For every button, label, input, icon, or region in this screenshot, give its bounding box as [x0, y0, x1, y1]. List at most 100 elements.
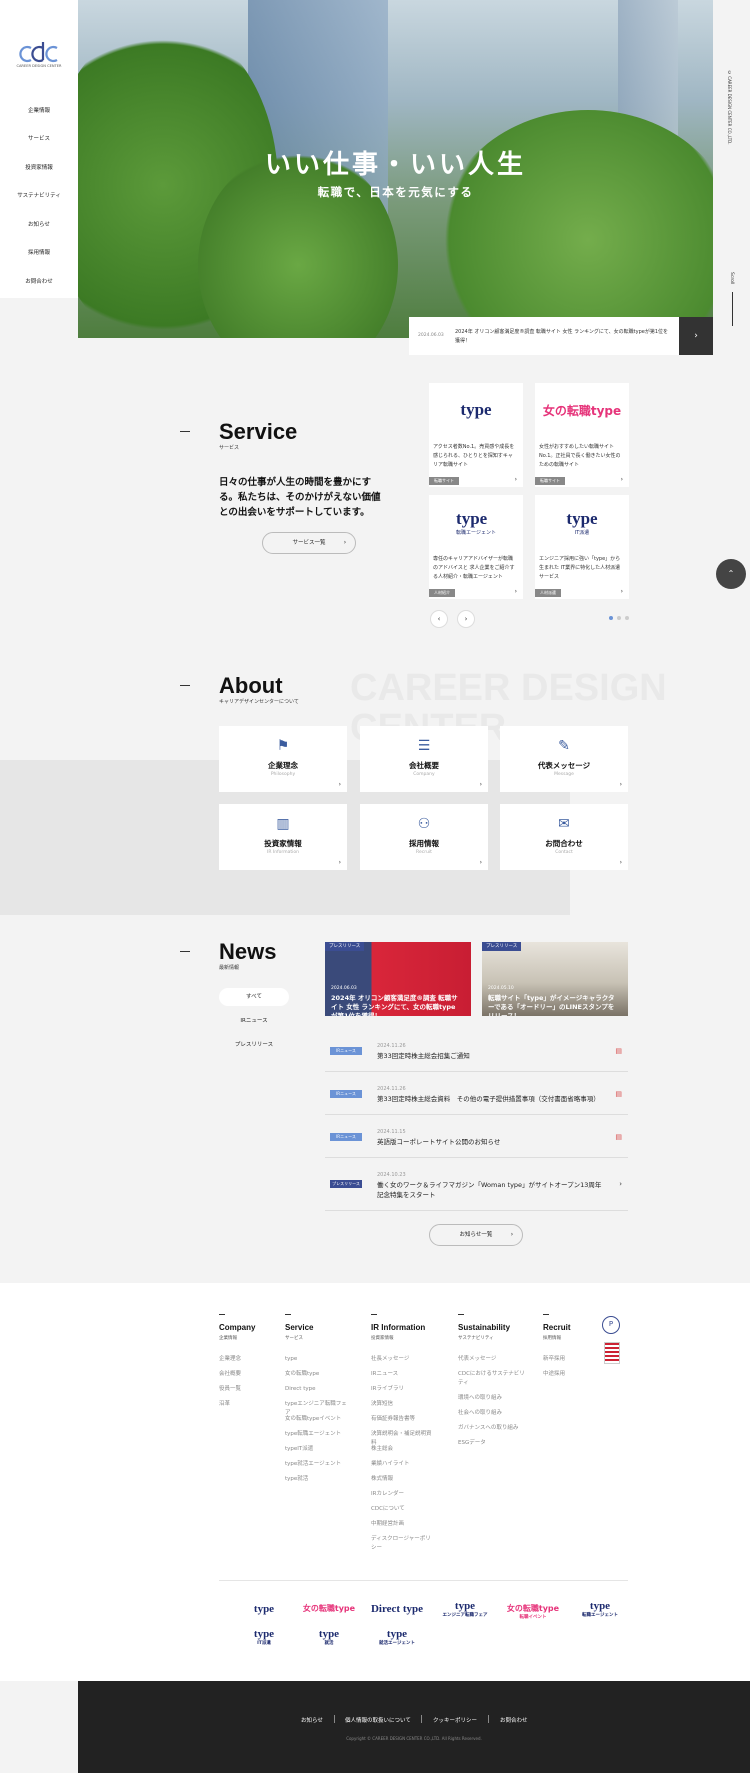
- service-card[interactable]: 女の転職type 女性がおすすめしたい転職サイトNo.1。正社員で長く働きたい女…: [535, 383, 629, 487]
- footer-link[interactable]: 環境への取り組み: [458, 1394, 526, 1403]
- footer-link[interactable]: type転職エージェント: [285, 1430, 351, 1439]
- footer-link[interactable]: 会社概要: [219, 1370, 285, 1379]
- footer-link[interactable]: ESGデータ: [458, 1439, 526, 1448]
- news-feature-card[interactable]: プレスリリース 2024.06.03 2024年 オリコン顧客満足度®調査 転職…: [325, 942, 471, 1016]
- footer-col-title: IR Information: [371, 1323, 426, 1332]
- brand-logo[interactable]: 女の転職type 転職イベント: [505, 1603, 561, 1620]
- footer-link[interactable]: 役員一覧: [219, 1385, 285, 1394]
- nav-ir[interactable]: 投資家情報: [0, 163, 78, 171]
- bottom-link-cookie[interactable]: クッキーポリシー: [433, 1716, 477, 1724]
- footer-col-dash: [371, 1314, 377, 1315]
- service-card[interactable]: type アクセス者数No.1。売買感や成長を感じられる、ひとりとを探知すキャリ…: [429, 383, 523, 487]
- footer-link[interactable]: IRライブラリ: [371, 1385, 435, 1394]
- brand-logo[interactable]: type 就活エージェント: [369, 1628, 425, 1646]
- service-list-button[interactable]: サービス一覧 ›: [262, 532, 356, 554]
- brand-logo-name: type: [589, 1600, 611, 1612]
- pdf-icon: ▤: [615, 1047, 622, 1055]
- footer-link[interactable]: 社会への取り組み: [458, 1409, 526, 1418]
- brand-logo[interactable]: Direct type: [369, 1603, 425, 1615]
- footer-link[interactable]: 株主総会: [371, 1445, 435, 1454]
- footer-link[interactable]: 有価証券報告書等: [371, 1415, 435, 1424]
- service-card[interactable]: type IT派遣 エンジニア採用に強い「type」から生まれた IT業界に特化し…: [535, 495, 629, 599]
- footer-link[interactable]: ディスクロージャーポリシー: [371, 1535, 435, 1553]
- about-card-recruit[interactable]: ⚇ 採用情報 Recruit ›: [360, 804, 488, 870]
- footer-link[interactable]: 代表メッセージ: [458, 1355, 526, 1364]
- footer-link[interactable]: type就活エージェント: [285, 1460, 351, 1469]
- carousel-dot-active[interactable]: [609, 616, 613, 620]
- brand-logo[interactable]: type 就活: [301, 1628, 357, 1646]
- footer-link[interactable]: IRニュース: [371, 1370, 435, 1379]
- filter-ir[interactable]: IRニュース: [219, 1012, 289, 1030]
- footer-link[interactable]: 中期経営計画: [371, 1520, 435, 1529]
- logo-text: CAREER DESIGN CENTER: [16, 64, 62, 68]
- page-top-button[interactable]: ⌃: [716, 559, 746, 589]
- copyright: Copyright © CAREER DESIGN CENTER CO.,LTD…: [346, 1736, 482, 1741]
- scroll-label: Scroll: [729, 272, 734, 285]
- news-list-button[interactable]: お知らせ一覧 ›: [429, 1224, 523, 1246]
- about-card-contact[interactable]: ✉ お問合わせ Contact ›: [500, 804, 628, 870]
- news-row[interactable]: IRニュース 2024.11.26 第33回定時株主総会資料 その他の電子提供措…: [325, 1072, 628, 1115]
- footer-link[interactable]: Direct type: [285, 1385, 351, 1394]
- news-row[interactable]: IRニュース 2024.11.15 英語版コーポレートサイト公開のお知らせ ▤: [325, 1115, 628, 1158]
- brand-logo[interactable]: type IT派遣: [236, 1628, 292, 1646]
- footer-link[interactable]: type就活: [285, 1475, 351, 1484]
- hero-title: いい仕事・いい人生: [264, 150, 526, 180]
- ticker-text[interactable]: 2024年 オリコン顧客満足度®調査 転職サイト 女性 ランキングにて、女の転職…: [455, 328, 670, 346]
- about-subtitle: キャリアデザインセンターについて: [219, 699, 299, 705]
- brand-logo[interactable]: type: [236, 1603, 292, 1615]
- filter-all[interactable]: すべて: [219, 988, 289, 1006]
- nav-contact[interactable]: お問合わせ: [0, 277, 78, 285]
- brand-logo[interactable]: type エンジニア転職フェア: [437, 1600, 493, 1618]
- footer-link[interactable]: 決算短信: [371, 1400, 435, 1409]
- about-card-philosophy[interactable]: ⚑ 企業理念 Philosophy ›: [219, 726, 347, 792]
- carousel-dot[interactable]: [617, 616, 621, 620]
- nav-sustainability[interactable]: サステナビリティ: [0, 191, 78, 199]
- brand-logo-name: type: [454, 1600, 476, 1612]
- bottom-link-contact[interactable]: お問合わせ: [500, 1716, 528, 1724]
- ticker-next-button[interactable]: ›: [679, 317, 713, 355]
- footer-link[interactable]: CDCにおけるサステナビリティ: [458, 1370, 526, 1388]
- section-dash: [180, 685, 190, 686]
- footer-link[interactable]: 株式情報: [371, 1475, 435, 1484]
- carousel-prev-button[interactable]: ‹: [430, 610, 448, 628]
- nav-company[interactable]: 企業情報: [0, 106, 78, 114]
- pdf-icon: ▤: [615, 1133, 622, 1141]
- news-row[interactable]: IRニュース 2024.11.26 第33回定時株主総会招集ご通知 ▤: [325, 1029, 628, 1072]
- footer-link[interactable]: 女の転職typeイベント: [285, 1415, 351, 1424]
- nav-news[interactable]: お知らせ: [0, 220, 78, 228]
- footer-link[interactable]: type: [285, 1355, 351, 1364]
- brand-logo-name: Direct type: [370, 1603, 424, 1615]
- footer-link[interactable]: ガバナンスへの取り組み: [458, 1424, 526, 1433]
- footer-link[interactable]: 業績ハイライト: [371, 1460, 435, 1469]
- brand-logo[interactable]: type 転職エージェント: [572, 1600, 628, 1618]
- footer-link[interactable]: 新卒採用: [543, 1355, 609, 1364]
- about-card-company[interactable]: ☰ 会社概要 Company ›: [360, 726, 488, 792]
- news-row[interactable]: プレスリリース 2024.10.23 働く女のワーク＆ライフマガジン「Woman…: [325, 1158, 628, 1211]
- footer-link[interactable]: 女の転職type: [285, 1370, 351, 1379]
- footer-link[interactable]: 社長メッセージ: [371, 1355, 435, 1364]
- nav-service[interactable]: サービス: [0, 134, 78, 142]
- footer-link[interactable]: IRカレンダー: [371, 1490, 435, 1499]
- bottom-link-news[interactable]: お知らせ: [301, 1716, 323, 1724]
- carousel-dot[interactable]: [625, 616, 629, 620]
- nav-recruit[interactable]: 採用情報: [0, 248, 78, 256]
- service-title: Service: [219, 419, 298, 444]
- footer-link[interactable]: 企業理念: [219, 1355, 285, 1364]
- filter-press[interactable]: プレスリリース: [219, 1036, 289, 1054]
- bottom-link-privacy[interactable]: 個人情報の取扱いについて: [345, 1716, 411, 1724]
- footer-link[interactable]: typeIT派遣: [285, 1445, 351, 1454]
- footer-col-subtitle: 企業情報: [219, 1336, 237, 1341]
- brand-logo-name: 女の転職type: [506, 1604, 560, 1613]
- about-card-ir[interactable]: ▥ 投資家情報 IR Information ›: [219, 804, 347, 870]
- carousel-next-button[interactable]: ›: [457, 610, 475, 628]
- brand-logo[interactable]: 女の転職type: [301, 1603, 357, 1614]
- about-card-message[interactable]: ✎ 代表メッセージ Message ›: [500, 726, 628, 792]
- chevron-right-icon: ›: [619, 781, 622, 788]
- footer-link[interactable]: CDCについて: [371, 1505, 435, 1514]
- certification-badge-icon: P: [602, 1316, 620, 1334]
- footer-link[interactable]: 沿革: [219, 1400, 285, 1409]
- footer-link[interactable]: 中途採用: [543, 1370, 609, 1379]
- chevron-right-icon: ›: [464, 615, 468, 623]
- service-card[interactable]: type 転職エージェント 専任のキャリアアドバイザーが転職のアドバイスと 求人企…: [429, 495, 523, 599]
- news-feature-card[interactable]: プレスリリース 2024.05.10 転職サイト「type」がイメージキャラクタ…: [482, 942, 628, 1016]
